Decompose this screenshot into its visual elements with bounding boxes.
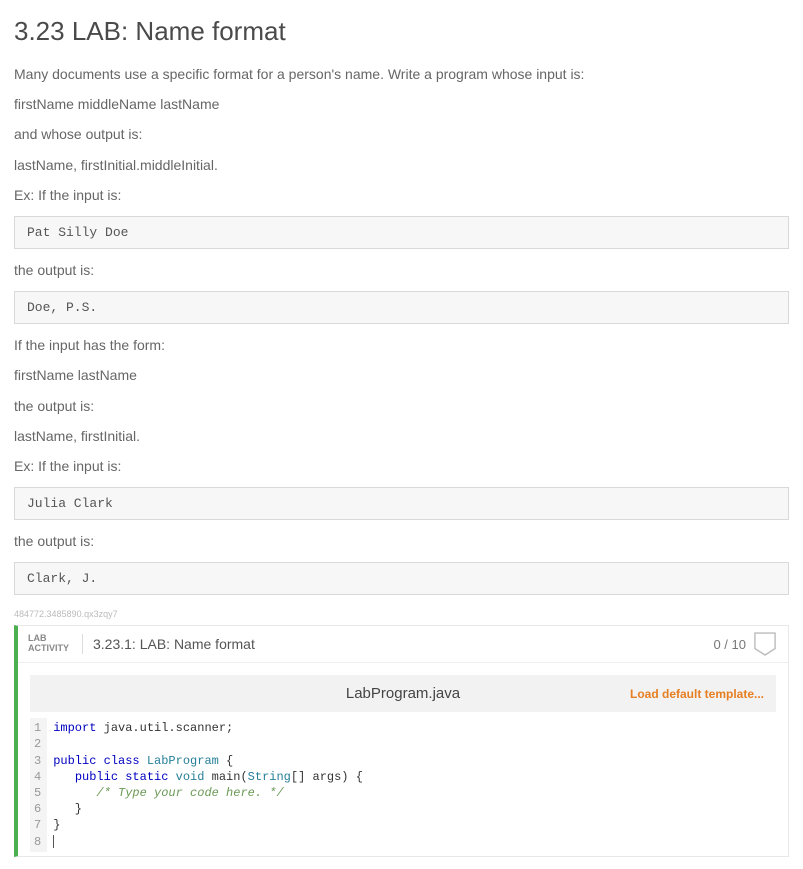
lab-title: 3.23.1: LAB: Name format	[93, 636, 713, 652]
input-format2-text: firstName lastName	[14, 366, 789, 384]
lab-body: LabProgram.java Load default template...…	[18, 663, 788, 856]
and-output-text: and whose output is:	[14, 125, 789, 143]
intro-text: Many documents use a specific format for…	[14, 65, 789, 83]
score-shield-icon	[754, 632, 776, 656]
example2-output-box: Clark, J.	[14, 562, 789, 595]
input-format-text: firstName middleName lastName	[14, 95, 789, 113]
example1-label: Ex: If the input is:	[14, 186, 789, 204]
load-default-template-link[interactable]: Load default template...	[630, 687, 764, 701]
example1-input-box: Pat Silly Doe	[14, 216, 789, 249]
example2-label: Ex: If the input is:	[14, 457, 789, 475]
code-gutter: 1 2 3 4 5 6 7 8	[30, 718, 47, 852]
lab-tag-line1: LAB	[28, 633, 47, 643]
lab-tag-line2: ACTIVITY	[28, 643, 69, 653]
output-format-text: lastName, firstInitial.middleInitial.	[14, 156, 789, 174]
example2-input-box: Julia Clark	[14, 487, 789, 520]
lab-header: LAB ACTIVITY 3.23.1: LAB: Name format 0 …	[18, 626, 788, 663]
output-is-label-1: the output is:	[14, 261, 789, 279]
code-lines[interactable]: import java.util.scanner; public class L…	[47, 718, 369, 852]
code-editor[interactable]: 1 2 3 4 5 6 7 8 import java.util.scanner…	[30, 718, 776, 852]
output-is-label-2: the output is:	[14, 397, 789, 415]
filename-label: LabProgram.java	[346, 685, 460, 702]
resource-id: 484772.3485890.qx3zqy7	[14, 609, 789, 619]
page-title: 3.23 LAB: Name format	[14, 16, 789, 47]
output-is-label-3: the output is:	[14, 532, 789, 550]
lab-tag: LAB ACTIVITY	[28, 634, 83, 654]
lab-activity-panel: LAB ACTIVITY 3.23.1: LAB: Name format 0 …	[14, 625, 789, 857]
output-format2-text: lastName, firstInitial.	[14, 427, 789, 445]
if-input-form-text: If the input has the form:	[14, 336, 789, 354]
file-bar: LabProgram.java Load default template...	[30, 675, 776, 712]
example1-output-box: Doe, P.S.	[14, 291, 789, 324]
lab-score: 0 / 10	[713, 637, 746, 652]
